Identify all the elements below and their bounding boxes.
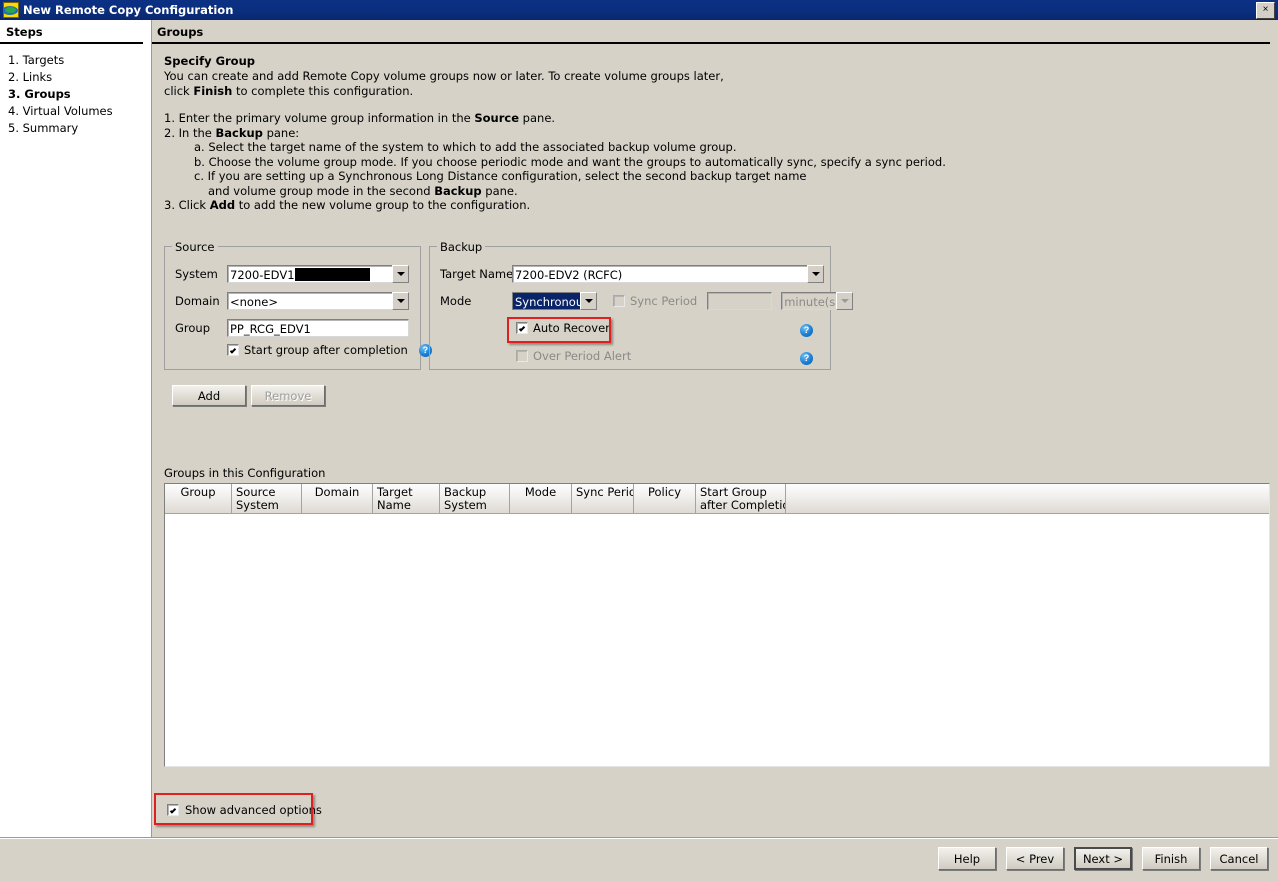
- domain-input[interactable]: <none>: [227, 292, 392, 310]
- over-period-alert-row: Over Period Alert: [516, 349, 631, 363]
- sidebar-item-groups[interactable]: 3. Groups: [8, 86, 151, 103]
- help-icon[interactable]: ?: [800, 324, 813, 337]
- step-1: 1. Enter the primary volume group inform…: [164, 111, 556, 125]
- sync-period-unit-combo[interactable]: minute(s): [781, 292, 854, 310]
- step-2c: c. If you are setting up a Synchronous L…: [194, 169, 807, 183]
- chevron-down-icon[interactable]: [580, 292, 597, 310]
- chevron-down-icon[interactable]: [836, 292, 854, 310]
- chevron-down-icon[interactable]: [807, 265, 824, 283]
- finish-button[interactable]: Finish: [1142, 847, 1200, 870]
- step-3: 3. Click Add to add the new volume group…: [164, 198, 531, 212]
- mode-label: Mode: [440, 294, 472, 308]
- over-period-alert-checkbox[interactable]: [516, 350, 528, 362]
- column-header-target-name[interactable]: Target Name: [373, 484, 440, 514]
- close-icon[interactable]: ×: [1256, 2, 1275, 19]
- mode-combo[interactable]: Synchronous: [512, 292, 597, 310]
- target-name-label: Target Name: [440, 267, 514, 281]
- sync-period-label: Sync Period: [630, 294, 698, 308]
- add-button[interactable]: Add: [172, 385, 246, 406]
- column-header-sync-period[interactable]: Sync Period: [572, 484, 634, 514]
- title-bar: New Remote Copy Configuration ×: [0, 0, 1278, 20]
- footer-buttons: Help < Prev Next > Finish Cancel: [938, 847, 1268, 870]
- instructions-heading: Specify Group: [164, 54, 256, 68]
- domain-combo[interactable]: <none>: [227, 292, 409, 310]
- backup-panel: Backup Target Name 7200-EDV2 (RCFC) Mode…: [429, 240, 854, 370]
- groups-table: Group Source System Domain Target Name Bac…: [164, 483, 1270, 767]
- column-header-start-group-after-completion[interactable]: Start Groupafter Completion: [696, 484, 786, 514]
- system-input[interactable]: 7200-EDV1: [227, 265, 392, 283]
- main-panel: Groups Specify Group You can create and …: [152, 20, 1278, 838]
- column-header-backup-system[interactable]: Backup System: [440, 484, 510, 514]
- step-2c-continued: and volume group mode in the second Back…: [208, 183, 518, 198]
- start-group-label: Start group after completion: [244, 343, 408, 357]
- sync-period-unit-input[interactable]: minute(s): [781, 292, 837, 310]
- prev-button[interactable]: < Prev: [1006, 847, 1064, 870]
- step-2b: b. Choose the volume group mode. If you …: [194, 154, 946, 169]
- redaction-box: [294, 268, 370, 281]
- column-header-policy[interactable]: Policy: [634, 484, 696, 514]
- source-legend: Source: [172, 240, 218, 254]
- auto-recover-label: Auto Recover: [533, 321, 610, 335]
- next-button[interactable]: Next >: [1074, 847, 1132, 870]
- column-header-domain[interactable]: Domain: [302, 484, 373, 514]
- app-icon: [3, 2, 19, 18]
- sidebar-title: Steps: [0, 20, 143, 44]
- show-advanced-options-checkbox[interactable]: [167, 804, 179, 816]
- auto-recover-row[interactable]: Auto Recover: [516, 321, 610, 335]
- column-header-mode[interactable]: Mode: [510, 484, 572, 514]
- step-2: 2. In the Backup pane:: [164, 125, 300, 140]
- window-title: New Remote Copy Configuration: [23, 3, 234, 17]
- cancel-button[interactable]: Cancel: [1210, 847, 1268, 870]
- sidebar-item-virtual-volumes[interactable]: 4. Virtual Volumes: [8, 103, 151, 120]
- column-header-source-system[interactable]: Source System: [232, 484, 302, 514]
- start-group-checkbox[interactable]: [227, 344, 239, 356]
- sidebar-item-links[interactable]: 2. Links: [8, 69, 151, 86]
- column-header-filler: [786, 484, 1269, 514]
- page-title: Groups: [152, 20, 1270, 44]
- instructions-block: Specify Group You can create and add Rem…: [152, 44, 1278, 213]
- show-advanced-options-label: Show advanced options: [185, 803, 322, 817]
- steps-list: 1. Targets 2. Links 3. Groups 4. Virtual…: [0, 44, 151, 137]
- system-label: System: [175, 267, 218, 281]
- table-caption: Groups in this Configuration: [164, 466, 326, 480]
- group-label: Group: [175, 321, 211, 335]
- remove-button: Remove: [251, 385, 325, 406]
- target-name-combo[interactable]: 7200-EDV2 (RCFC): [512, 265, 824, 283]
- domain-label: Domain: [175, 294, 220, 308]
- sync-period-input[interactable]: [707, 292, 773, 310]
- source-panel: Source System 7200-EDV1 Domain <none> Gr…: [164, 240, 432, 370]
- dialog-window: New Remote Copy Configuration × Steps 1.…: [0, 0, 1278, 881]
- step-2a: a. Select the target name of the system …: [194, 140, 737, 154]
- start-group-row[interactable]: Start group after completion ?: [227, 343, 432, 357]
- show-advanced-options-row[interactable]: Show advanced options: [167, 803, 322, 817]
- over-period-alert-label: Over Period Alert: [533, 349, 632, 363]
- footer-bar: Help < Prev Next > Finish Cancel: [0, 837, 1278, 881]
- help-icon[interactable]: ?: [800, 352, 813, 365]
- sidebar-item-summary[interactable]: 5. Summary: [8, 120, 151, 137]
- chevron-down-icon[interactable]: [392, 292, 409, 310]
- backup-legend: Backup: [437, 240, 486, 254]
- mode-input[interactable]: Synchronous: [512, 292, 580, 310]
- chevron-down-icon[interactable]: [392, 265, 409, 283]
- table-header-row: Group Source System Domain Target Name Bac…: [165, 484, 1269, 514]
- target-name-input[interactable]: 7200-EDV2 (RCFC): [512, 265, 807, 283]
- table-body: [165, 514, 1269, 766]
- intro-line-2: click Finish to complete this configurat…: [164, 83, 414, 98]
- sidebar-item-targets[interactable]: 1. Targets: [8, 52, 151, 69]
- intro-line-1: You can create and add Remote Copy volum…: [164, 69, 724, 83]
- column-header-group[interactable]: Group: [165, 484, 232, 514]
- group-input[interactable]: PP_RCG_EDV1: [227, 319, 409, 337]
- help-button[interactable]: Help: [938, 847, 996, 870]
- auto-recover-checkbox[interactable]: [516, 322, 528, 334]
- steps-sidebar: Steps 1. Targets 2. Links 3. Groups 4. V…: [0, 20, 152, 838]
- sync-period-checkbox[interactable]: [613, 295, 625, 307]
- system-combo[interactable]: 7200-EDV1: [227, 265, 409, 283]
